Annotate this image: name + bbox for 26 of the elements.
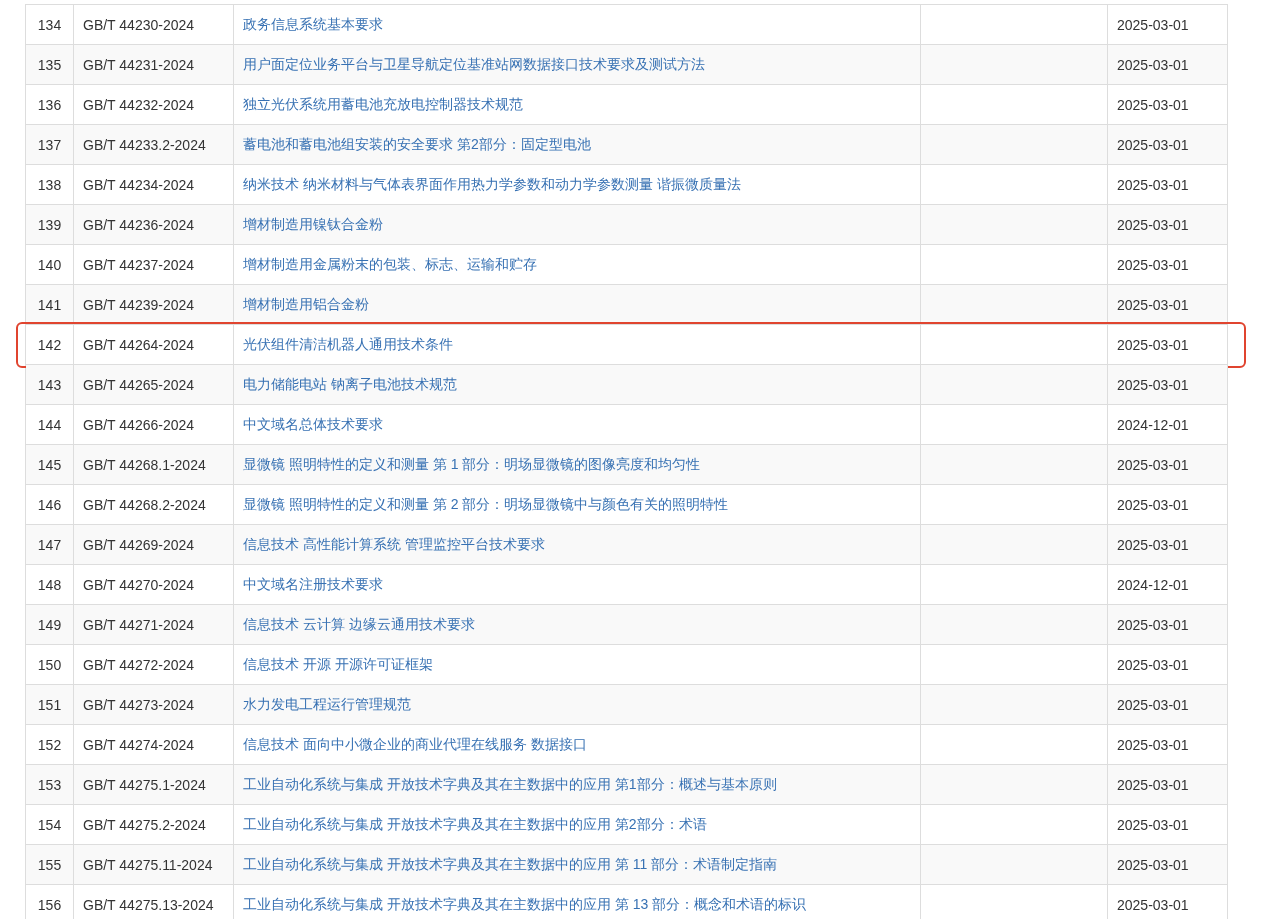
standard-title-link[interactable]: 用户面定位业务平台与卫星导航定位基准站网数据接口技术要求及测试方法 [243, 55, 705, 74]
standard-title-link[interactable]: 信息技术 云计算 边缘云通用技术要求 [243, 615, 475, 634]
standard-title-link[interactable]: 电力储能电站 钠离子电池技术规范 [243, 375, 457, 394]
standard-title-link[interactable]: 显微镜 照明特性的定义和测量 第 2 部分：明场显微镜中与颜色有关的照明特性 [243, 495, 729, 514]
standard-title-link[interactable]: 蓄电池和蓄电池组安装的安全要求 第2部分：固定型电池 [243, 135, 591, 154]
standard-title-link[interactable]: 增材制造用铝合金粉 [243, 295, 369, 314]
standard-title-link[interactable]: 信息技术 面向中小微企业的商业代理在线服务 数据接口 [243, 735, 587, 754]
standard-title-link[interactable]: 政务信息系统基本要求 [243, 15, 383, 34]
standard-title-link[interactable]: 中文域名注册技术要求 [243, 575, 383, 594]
standard-title-link[interactable]: 工业自动化系统与集成 开放技术字典及其在主数据中的应用 第 11 部分：术语制定指南 [243, 855, 778, 874]
standard-title-link[interactable]: 纳米技术 纳米材料与气体表界面作用热力学参数和动力学参数测量 谐振微质量法 [243, 175, 741, 194]
standard-title-link[interactable]: 显微镜 照明特性的定义和测量 第 1 部分：明场显微镜的图像亮度和均匀性 [243, 455, 701, 474]
implementation-date: 2025-03-01 [1108, 885, 1228, 919]
standard-title-link[interactable]: 工业自动化系统与集成 开放技术字典及其在主数据中的应用 第1部分：概述与基本原则 [243, 775, 777, 794]
standard-title-link[interactable]: 工业自动化系统与集成 开放技术字典及其在主数据中的应用 第 13 部分：概念和术语的标识 [243, 895, 807, 914]
standard-title-link[interactable]: 信息技术 高性能计算系统 管理监控平台技术要求 [243, 535, 545, 554]
standard-title-link[interactable]: 增材制造用金属粉末的包装、标志、运输和贮存 [243, 255, 537, 274]
standard-title-link[interactable]: 增材制造用镍钛合金粉 [243, 215, 383, 234]
standard-code: GB/T 44275.13-2024 [74, 885, 234, 919]
standard-title-link[interactable]: 光伏组件清洁机器人通用技术条件 [243, 335, 453, 354]
row-number: 156 [26, 885, 74, 919]
standard-title-link[interactable]: 水力发电工程运行管理规范 [243, 695, 411, 714]
standard-title-link[interactable]: 中文域名总体技术要求 [243, 415, 383, 434]
standard-title-link[interactable]: 信息技术 开源 开源许可证框架 [243, 655, 433, 674]
standard-title-link[interactable]: 工业自动化系统与集成 开放技术字典及其在主数据中的应用 第2部分：术语 [243, 815, 707, 834]
standard-title-link[interactable]: 独立光伏系统用蓄电池充放电控制器技术规范 [243, 95, 523, 114]
